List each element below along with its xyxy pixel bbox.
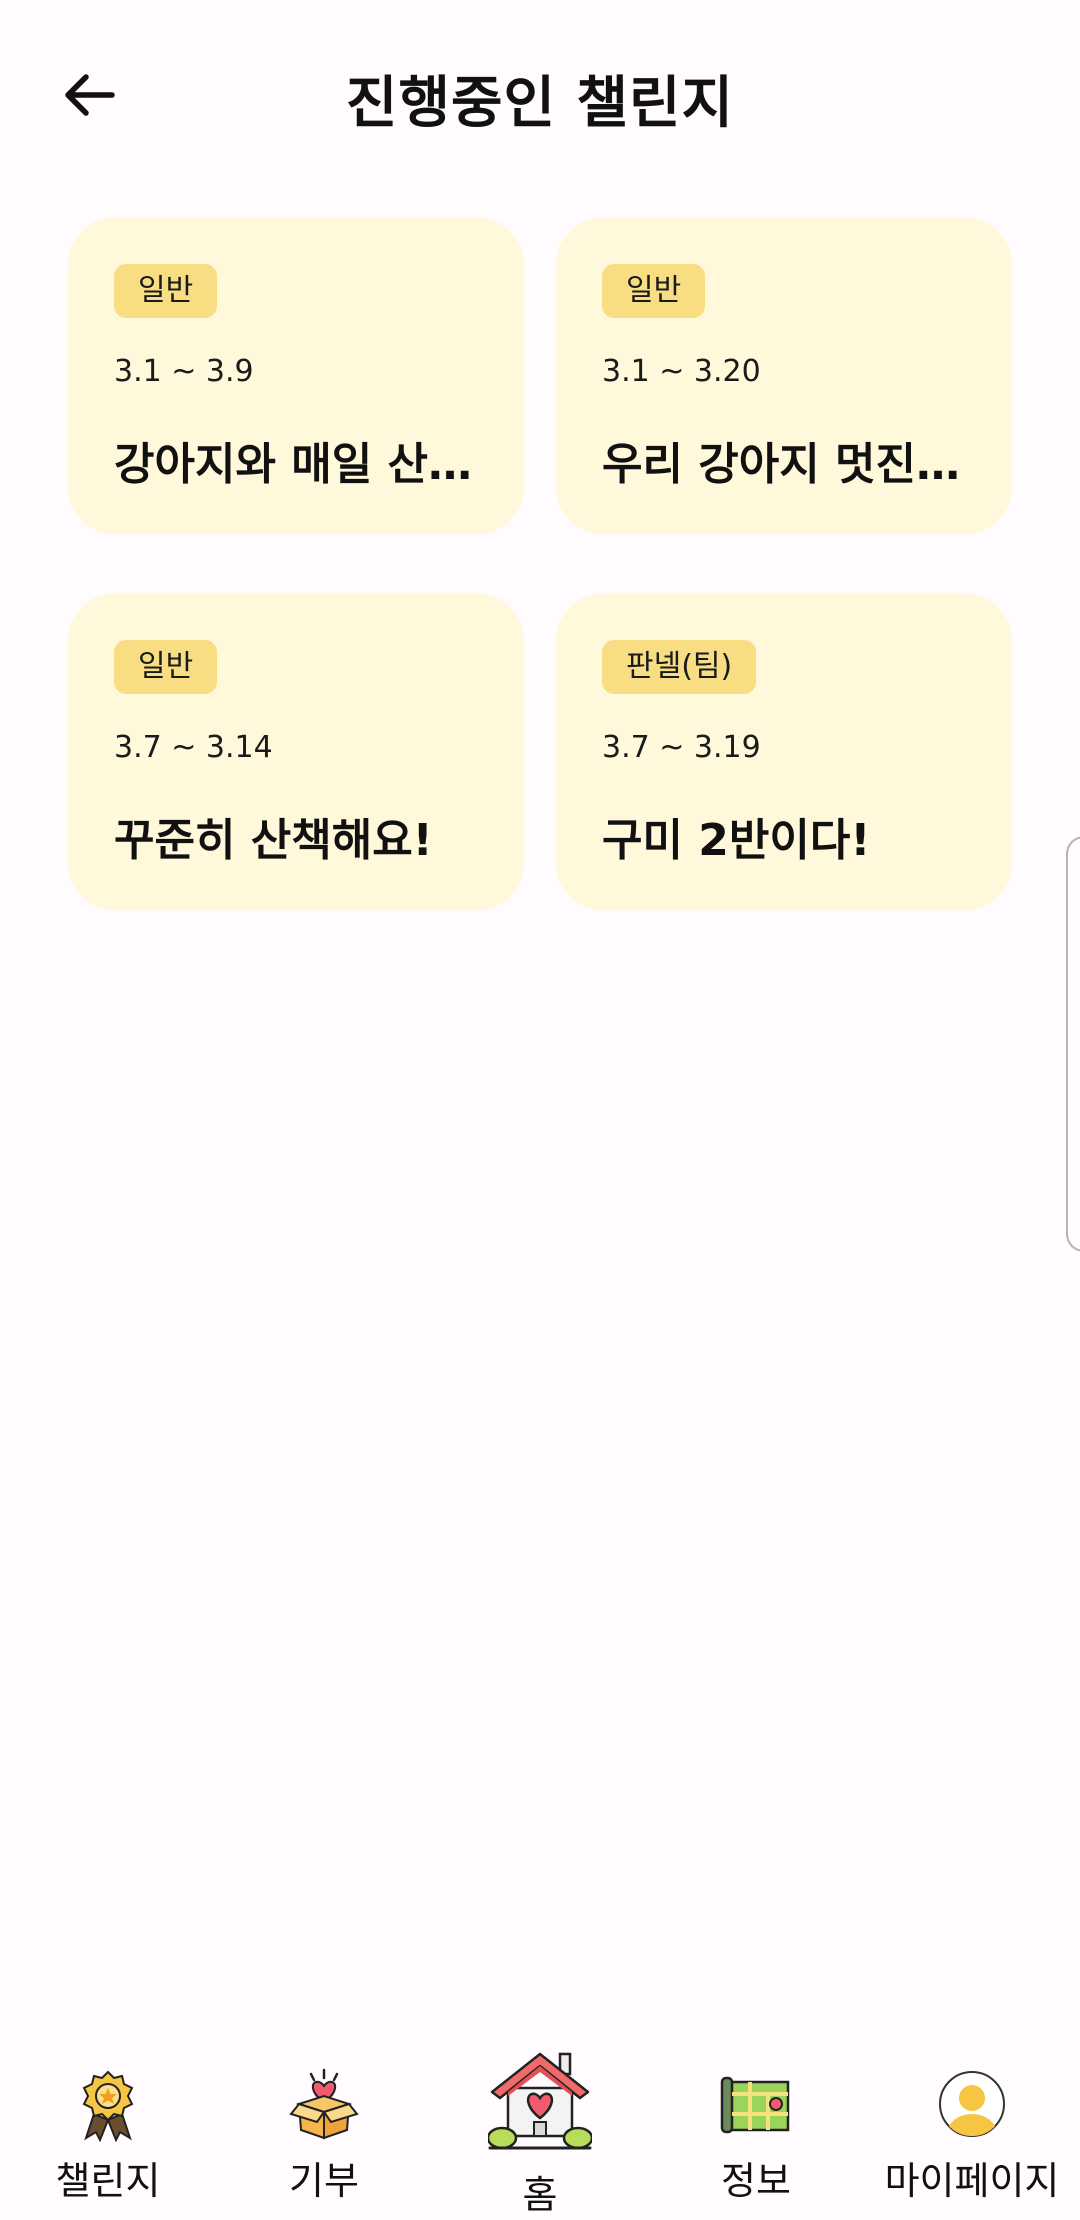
challenge-title: 강아지와 매일 산책해요 bbox=[114, 439, 484, 490]
nav-label: 기부 bbox=[289, 2159, 359, 2203]
nav-label: 정보 bbox=[721, 2159, 791, 2203]
medal-icon bbox=[82, 2070, 134, 2142]
nav-item-challenge[interactable]: 챌린지 bbox=[0, 2040, 216, 2220]
challenge-type-badge: 일반 bbox=[114, 640, 218, 694]
profile-icon bbox=[939, 2071, 1005, 2137]
page-title: 진행중인 챌린지 bbox=[345, 71, 735, 136]
challenge-type-badge: 일반 bbox=[114, 264, 218, 318]
nav-label: 마이페이지 bbox=[884, 2159, 1060, 2203]
map-icon bbox=[720, 2076, 790, 2134]
challenge-title: 구미 2반이다! bbox=[602, 815, 871, 866]
donation-box-icon bbox=[289, 2068, 359, 2140]
challenge-dates: 3.1 ~ 3.9 bbox=[114, 354, 254, 389]
challenge-title: 우리 강아지 멋진 산책 bbox=[602, 439, 972, 490]
challenge-type-badge: 일반 bbox=[602, 264, 706, 318]
nav-label: 챌린지 bbox=[55, 2159, 161, 2203]
nav-label: 홈 bbox=[522, 2173, 558, 2217]
challenge-card[interactable]: 일반 3.1 ~ 3.20 우리 강아지 멋진 산책 bbox=[556, 218, 1012, 534]
challenge-type-badge: 판넬(팀) bbox=[602, 640, 757, 694]
nav-item-info[interactable]: 정보 bbox=[648, 2040, 864, 2220]
challenge-dates: 3.7 ~ 3.19 bbox=[602, 730, 761, 765]
challenge-dates: 3.7 ~ 3.14 bbox=[114, 730, 273, 765]
nav-item-mypage[interactable]: 마이페이지 bbox=[864, 2040, 1080, 2220]
challenge-card[interactable]: 일반 3.1 ~ 3.9 강아지와 매일 산책해요 bbox=[68, 218, 524, 534]
app-header: 진행중인 챌린지 bbox=[0, 0, 1080, 190]
challenge-card[interactable]: 판넬(팀) 3.7 ~ 3.19 구미 2반이다! bbox=[556, 594, 1012, 910]
nav-item-donation[interactable]: 기부 bbox=[216, 2040, 432, 2220]
home-heart-icon bbox=[488, 2052, 592, 2150]
nav-item-home[interactable]: 홈 bbox=[432, 2040, 648, 2220]
challenge-title: 꾸준히 산책해요! bbox=[114, 815, 433, 866]
edge-panel-handle[interactable] bbox=[1066, 836, 1080, 1252]
challenge-dates: 3.1 ~ 3.20 bbox=[602, 354, 761, 389]
bottom-navigation: 챌린지 기부 홈 정보 마이페이지 bbox=[0, 2040, 1080, 2220]
challenge-card[interactable]: 일반 3.7 ~ 3.14 꾸준히 산책해요! bbox=[68, 594, 524, 910]
